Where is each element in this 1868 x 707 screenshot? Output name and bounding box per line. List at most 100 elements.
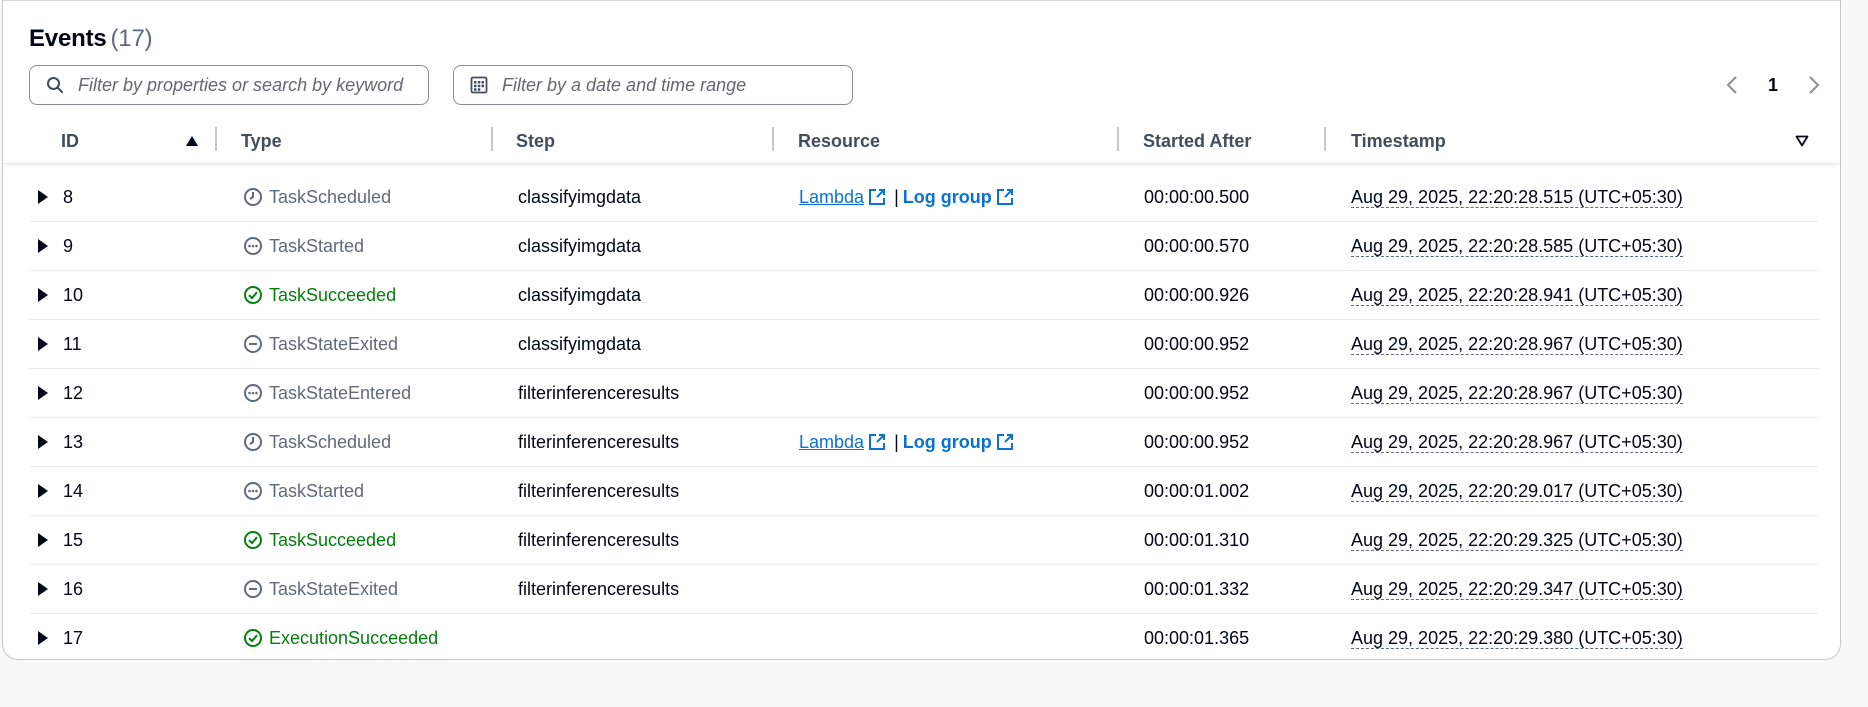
event-id: 17 xyxy=(63,627,84,648)
event-timestamp[interactable]: Aug 29, 2025, 22:20:29.380 (UTC+05:30) xyxy=(1351,614,1683,662)
timestamp-text[interactable]: Aug 29, 2025, 22:20:28.585 (UTC+05:30) xyxy=(1351,236,1683,257)
event-type-label: TaskScheduled xyxy=(269,431,392,452)
minus-circle-icon xyxy=(243,334,263,354)
expand-row-icon[interactable] xyxy=(38,222,48,270)
event-type: TaskSucceeded xyxy=(243,516,396,564)
resource-separator: | xyxy=(894,186,899,207)
table-row: 15 TaskSucceeded filterinferenceresults … xyxy=(29,516,1819,565)
event-started-after: 00:00:01.310 xyxy=(1144,529,1250,550)
event-step: classifyimgdata xyxy=(518,333,642,354)
column-label-type: Type xyxy=(241,130,282,151)
event-started-after: 00:00:01.365 xyxy=(1144,627,1250,648)
event-started-after: 00:00:01.332 xyxy=(1144,578,1250,599)
timestamp-text[interactable]: Aug 29, 2025, 22:20:29.325 (UTC+05:30) xyxy=(1351,530,1683,551)
external-link-icon[interactable] xyxy=(996,188,1014,206)
event-timestamp[interactable]: Aug 29, 2025, 22:20:29.325 (UTC+05:30) xyxy=(1351,516,1683,564)
column-resizer[interactable] xyxy=(491,127,493,151)
event-type-label: TaskStateExited xyxy=(269,578,399,599)
column-resizer[interactable] xyxy=(772,127,774,151)
table-header: ID Type Step Resource Started After Time… xyxy=(3,119,1840,164)
column-header-started-after[interactable]: Started After xyxy=(1143,119,1251,163)
event-timestamp[interactable]: Aug 29, 2025, 22:20:28.967 (UTC+05:30) xyxy=(1351,320,1683,368)
calendar-icon xyxy=(468,74,490,96)
table-row: 17 ExecutionSucceeded 00:00:01.365 Aug 2… xyxy=(29,614,1819,662)
expand-row-icon[interactable] xyxy=(38,173,48,221)
table-row: 14 TaskStarted filterinferenceresults 00… xyxy=(29,467,1819,516)
column-header-timestamp[interactable]: Timestamp xyxy=(1351,119,1446,163)
expand-row-icon[interactable] xyxy=(38,369,48,417)
search-input[interactable]: Filter by properties or search by keywor… xyxy=(29,65,429,105)
event-timestamp[interactable]: Aug 29, 2025, 22:20:28.585 (UTC+05:30) xyxy=(1351,222,1683,270)
column-settings-icon[interactable] xyxy=(1795,119,1809,163)
check-circle-icon xyxy=(243,530,263,550)
events-title: Events xyxy=(29,25,107,52)
timestamp-text[interactable]: Aug 29, 2025, 22:20:28.967 (UTC+05:30) xyxy=(1351,383,1683,404)
previous-page-icon[interactable] xyxy=(1723,73,1741,97)
event-type: TaskStateExited xyxy=(243,565,398,613)
external-link-icon[interactable] xyxy=(868,433,886,451)
lambda-link[interactable]: Lambda xyxy=(799,187,864,208)
lambda-link[interactable]: Lambda xyxy=(799,432,864,453)
column-header-resource[interactable]: Resource xyxy=(798,119,880,163)
event-timestamp[interactable]: Aug 29, 2025, 22:20:29.017 (UTC+05:30) xyxy=(1351,467,1683,515)
event-type: TaskStarted xyxy=(243,467,364,515)
event-timestamp[interactable]: Aug 29, 2025, 22:20:28.967 (UTC+05:30) xyxy=(1351,418,1683,466)
log-group-link[interactable]: Log group xyxy=(903,187,992,208)
event-type-label: TaskStarted xyxy=(269,235,365,256)
timestamp-text[interactable]: Aug 29, 2025, 22:20:29.347 (UTC+05:30) xyxy=(1351,579,1683,600)
column-resizer[interactable] xyxy=(1324,127,1326,151)
event-timestamp[interactable]: Aug 29, 2025, 22:20:28.515 (UTC+05:30) xyxy=(1351,173,1683,221)
event-started-after: 00:00:00.952 xyxy=(1144,333,1250,354)
expand-row-icon[interactable] xyxy=(38,467,48,515)
expand-row-icon[interactable] xyxy=(38,516,48,564)
external-link-icon[interactable] xyxy=(996,433,1014,451)
expand-row-icon[interactable] xyxy=(38,320,48,368)
expand-row-icon[interactable] xyxy=(38,565,48,613)
timestamp-text[interactable]: Aug 29, 2025, 22:20:28.515 (UTC+05:30) xyxy=(1351,187,1683,208)
timestamp-text[interactable]: Aug 29, 2025, 22:20:28.967 (UTC+05:30) xyxy=(1351,334,1683,355)
next-page-icon[interactable] xyxy=(1805,73,1823,97)
external-link-icon[interactable] xyxy=(868,188,886,206)
timestamp-text[interactable]: Aug 29, 2025, 22:20:28.967 (UTC+05:30) xyxy=(1351,432,1683,453)
column-label-started-after: Started After xyxy=(1143,130,1252,151)
expand-row-icon[interactable] xyxy=(38,271,48,319)
expand-row-icon[interactable] xyxy=(38,614,48,662)
current-page[interactable]: 1 xyxy=(1768,75,1778,96)
timestamp-text[interactable]: Aug 29, 2025, 22:20:29.017 (UTC+05:30) xyxy=(1351,481,1683,502)
clock-icon xyxy=(243,432,263,452)
event-started-after: 00:00:00.570 xyxy=(1144,235,1250,256)
event-timestamp[interactable]: Aug 29, 2025, 22:20:28.941 (UTC+05:30) xyxy=(1351,271,1683,319)
sort-ascending-icon[interactable] xyxy=(185,119,199,163)
column-header-step[interactable]: Step xyxy=(516,119,555,163)
event-resource: Lambda | Log group xyxy=(799,418,1018,466)
event-started-after: 00:00:01.002 xyxy=(1144,480,1250,501)
event-step: filterinferenceresults xyxy=(518,431,680,452)
event-started-after: 00:00:00.926 xyxy=(1144,284,1250,305)
column-resizer[interactable] xyxy=(1117,127,1119,151)
search-icon xyxy=(44,74,66,96)
event-started-after: 00:00:00.952 xyxy=(1144,382,1250,403)
event-timestamp[interactable]: Aug 29, 2025, 22:20:29.347 (UTC+05:30) xyxy=(1351,565,1683,613)
resource-separator: | xyxy=(894,431,899,452)
event-resource: Lambda | Log group xyxy=(799,173,1018,221)
expand-row-icon[interactable] xyxy=(38,418,48,466)
column-header-type[interactable]: Type xyxy=(241,119,282,163)
column-header-id[interactable]: ID xyxy=(61,119,79,163)
column-resizer[interactable] xyxy=(215,127,217,151)
event-timestamp[interactable]: Aug 29, 2025, 22:20:28.967 (UTC+05:30) xyxy=(1351,369,1683,417)
timestamp-text[interactable]: Aug 29, 2025, 22:20:28.941 (UTC+05:30) xyxy=(1351,285,1683,306)
event-type-label: TaskStarted xyxy=(269,480,365,501)
event-type: TaskStateExited xyxy=(243,320,398,368)
check-circle-icon xyxy=(243,628,263,648)
event-step: classifyimgdata xyxy=(518,186,642,207)
timestamp-text[interactable]: Aug 29, 2025, 22:20:29.380 (UTC+05:30) xyxy=(1351,628,1683,649)
event-type: TaskSucceeded xyxy=(243,271,396,319)
event-id: 13 xyxy=(63,431,84,452)
event-id: 15 xyxy=(63,529,84,550)
column-label-step: Step xyxy=(516,130,556,151)
minus-circle-icon xyxy=(243,579,263,599)
log-group-link[interactable]: Log group xyxy=(903,432,992,453)
pending-icon xyxy=(243,383,263,403)
date-range-filter[interactable]: Filter by a date and time range xyxy=(453,65,853,105)
event-type-label: TaskStateExited xyxy=(269,333,399,354)
